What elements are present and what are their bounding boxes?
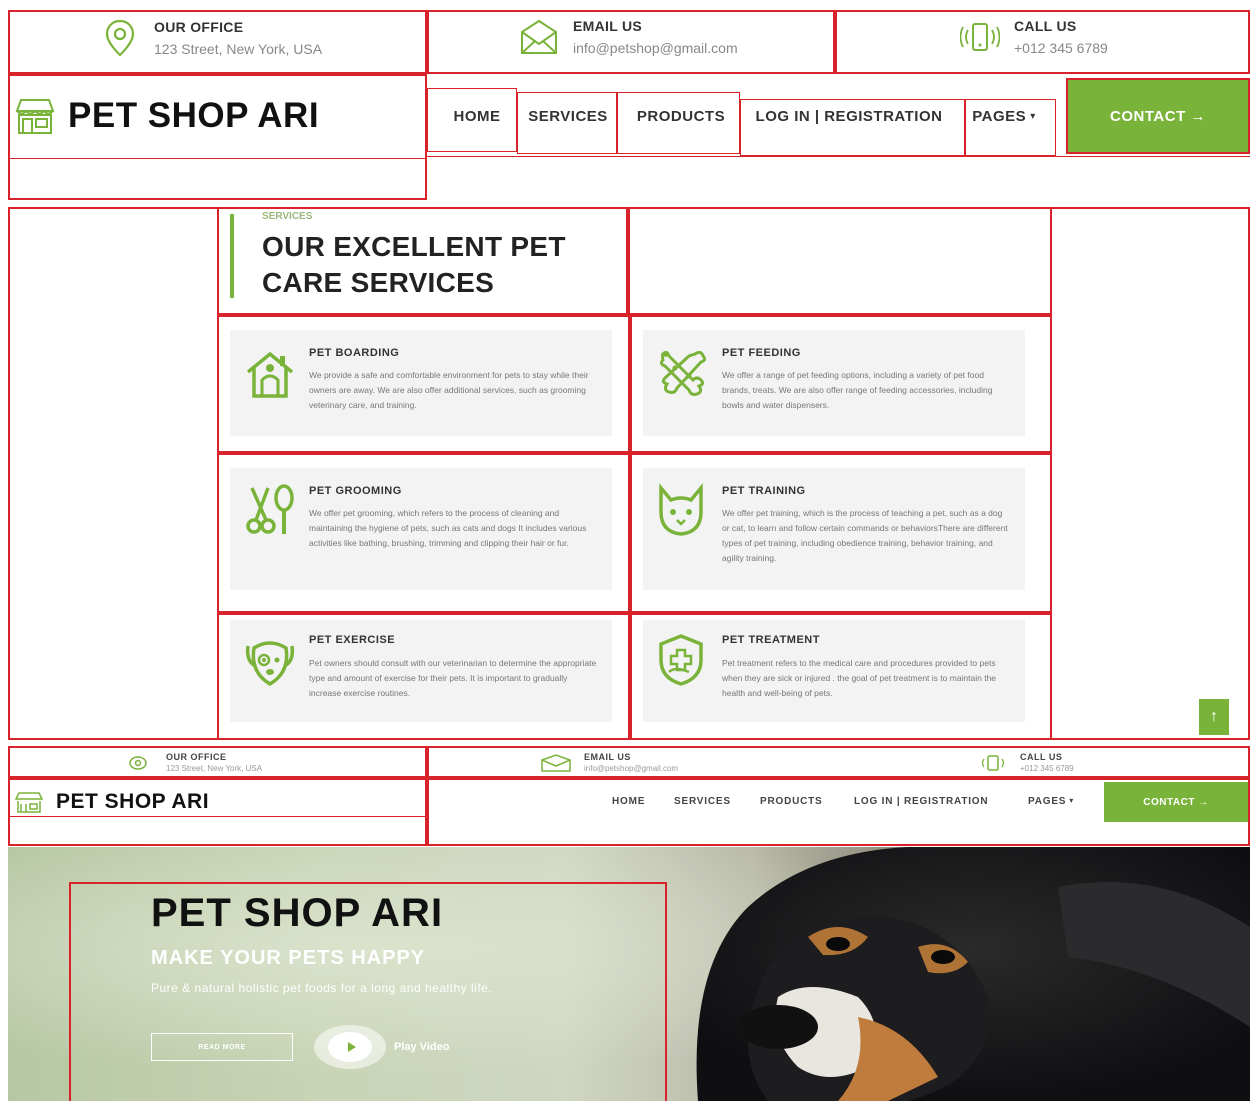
b-email-info: EMAIL US info@petshop@gmail.com [540, 752, 678, 774]
dog-icon [245, 641, 295, 687]
shield-icon [659, 634, 703, 686]
b-call-number[interactable]: +012 345 6789 [1020, 763, 1074, 774]
hero-tagline: Pure & natural holistic pet foods for a … [151, 981, 493, 995]
logo-box [8, 74, 427, 200]
phone-vibrate-icon [981, 755, 1005, 771]
call-number[interactable]: +012 345 6789 [1014, 40, 1108, 56]
office-info: OUR OFFICE 123 Street, New York, USA [104, 18, 322, 58]
card-text: We offer pet training, which is the proc… [722, 508, 1008, 563]
nav-pages-label: PAGES [972, 107, 1027, 125]
chevron-down-icon: ▾ [1069, 796, 1075, 805]
b-brand-logo[interactable]: PET SHOP ARI [14, 790, 209, 814]
nav-divider [427, 156, 1250, 157]
email-address[interactable]: info@petshop@gmail.com [573, 40, 738, 56]
brand-name: PET SHOP ARI [68, 96, 320, 135]
bone-food-icon [659, 350, 707, 396]
services-heading: OUR EXCELLENT PET CARE SERVICES [262, 229, 566, 301]
service-card-grooming[interactable]: PET GROOMING We offer pet grooming, whic… [230, 468, 612, 590]
services-heading-line1: OUR EXCELLENT PET [262, 231, 566, 262]
play-icon [328, 1032, 372, 1062]
hero-title: PET SHOP ARI [151, 891, 444, 935]
card-title: PET TREATMENT [722, 634, 820, 646]
chevron-down-icon: ▾ [1030, 110, 1036, 122]
envelope-icon [521, 19, 557, 54]
hero-banner: PET SHOP ARI MAKE YOUR PETS HAPPY Pure &… [8, 847, 1250, 1101]
nav-services[interactable]: SERVICES [519, 104, 617, 128]
b-email-title: EMAIL US [584, 752, 631, 762]
card-title: PET FEEDING [722, 347, 801, 359]
email-info: EMAIL US info@petshop@gmail.com [519, 18, 738, 56]
b-nav-home[interactable]: HOME [612, 796, 645, 807]
services-kicker: SERVICES [262, 211, 313, 222]
grooming-icon [246, 484, 294, 534]
service-card-boarding[interactable]: PET BOARDING We provide a safe and comfo… [230, 330, 612, 436]
b-call-title: CALL US [1020, 752, 1063, 762]
play-circle [314, 1025, 386, 1069]
card-title: PET EXERCISE [309, 634, 396, 646]
b-nav-login-registration[interactable]: LOG IN | REGISTRATION [854, 796, 988, 807]
office-title: OUR OFFICE [154, 19, 244, 35]
b-logo-divider [8, 816, 427, 817]
call-info: CALL US +012 345 6789 [960, 18, 1108, 56]
contact-button[interactable]: CONTACT → [1066, 78, 1250, 154]
office-address: 123 Street, New York, USA [154, 41, 323, 57]
b-email-address[interactable]: info@petshop@gmail.com [584, 763, 678, 774]
b-office-info: OUR OFFICE 123 Street, New York, USA [128, 752, 262, 774]
card-title: PET GROOMING [309, 485, 402, 497]
nav-home[interactable]: HOME [427, 104, 527, 128]
heading-accent-bar [230, 214, 234, 298]
b-call-info: CALL US +012 345 6789 [978, 752, 1074, 774]
card-title: PET BOARDING [309, 347, 400, 359]
arrow-up-icon: ↑ [1210, 708, 1218, 725]
card-text: We offer pet grooming, which refers to t… [309, 508, 587, 548]
service-card-training[interactable]: PET TRAINING We offer pet training, whic… [643, 468, 1025, 590]
hero-subtitle: MAKE YOUR PETS HAPPY [151, 947, 426, 969]
b-nav-pages[interactable]: PAGES ▾ [1028, 796, 1074, 807]
b-contact-button[interactable]: CONTACT → [1104, 782, 1248, 822]
card-text: Pet treatment refers to the medical care… [722, 658, 997, 698]
play-video-button[interactable]: Play Video [314, 1025, 449, 1069]
email-title: EMAIL US [573, 18, 643, 34]
cat-icon [659, 483, 703, 536]
card-text: We provide a safe and comfortable enviro… [309, 370, 589, 410]
services-heading-right-box [628, 207, 1052, 315]
card-text: We offer a range of pet feeding options,… [722, 370, 993, 410]
play-video-label: Play Video [394, 1041, 450, 1053]
b-office-address: 123 Street, New York, USA [166, 764, 263, 773]
service-card-exercise[interactable]: PET EXERCISE Pet owners should consult w… [230, 620, 612, 722]
phone-vibrate-icon [960, 23, 1000, 51]
envelope-icon [541, 754, 571, 772]
brand-logo[interactable]: PET SHOP ARI [14, 96, 319, 136]
b-nav-services[interactable]: SERVICES [674, 796, 731, 807]
b-office-title: OUR OFFICE [166, 752, 227, 762]
shop-icon [15, 99, 55, 134]
call-title: CALL US [1014, 18, 1077, 34]
card-title: PET TRAINING [722, 485, 806, 497]
nav-products[interactable]: PRODUCTS [626, 104, 736, 128]
read-more-button[interactable]: READ MORE [151, 1033, 293, 1061]
b-brand-name: PET SHOP ARI [56, 790, 210, 813]
b-nav-pages-label: PAGES [1028, 796, 1067, 807]
logo-divider [8, 158, 427, 159]
location-pin-icon [129, 756, 147, 770]
house-icon [246, 351, 294, 398]
location-pin-icon [105, 19, 135, 57]
service-card-feeding[interactable]: PET FEEDING We offer a range of pet feed… [643, 330, 1025, 436]
nav-pages[interactable]: PAGES ▾ [966, 104, 1042, 128]
services-heading-line2: CARE SERVICES [262, 267, 495, 298]
nav-login-registration[interactable]: LOG IN | REGISTRATION [744, 104, 954, 128]
service-card-treatment[interactable]: PET TREATMENT Pet treatment refers to th… [643, 620, 1025, 722]
card-text: Pet owners should consult with our veter… [309, 658, 597, 698]
b-nav-products[interactable]: PRODUCTS [760, 796, 823, 807]
back-to-top-button[interactable]: ↑ [1199, 699, 1229, 735]
shop-icon [14, 792, 44, 813]
